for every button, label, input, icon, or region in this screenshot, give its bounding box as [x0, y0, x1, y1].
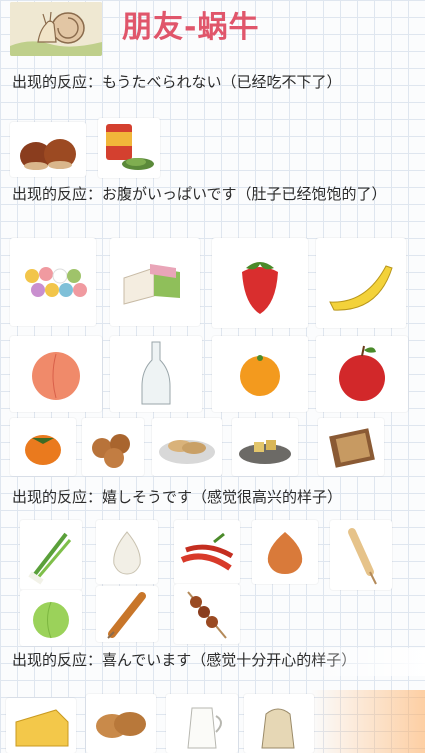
bottle-icon	[110, 336, 202, 412]
bread-rolls-icon	[86, 694, 156, 753]
grilled-corn-icon	[96, 586, 158, 642]
persimmon-icon	[10, 418, 76, 476]
section-label-3: 出现的反应：嬉しそうです（感觉很高兴的样子）	[12, 488, 343, 506]
rice-bag-icon	[244, 694, 314, 753]
banana-icon	[316, 238, 406, 328]
yakitori-skewer-icon	[174, 584, 240, 644]
canned-food-icon	[98, 118, 160, 178]
chestnuts-icon	[10, 122, 86, 177]
blur-overlay	[305, 648, 425, 676]
cookies-icon	[82, 418, 144, 476]
milk-jug-icon	[166, 694, 238, 753]
green-onion-icon	[20, 520, 82, 590]
blur-overlay-bottom	[310, 690, 425, 753]
snail-header-image	[10, 2, 102, 56]
strawberry-icon	[212, 238, 308, 328]
page-title: 朋友-蜗牛	[122, 10, 260, 45]
onion-icon	[252, 520, 318, 584]
mochi-icon	[110, 238, 200, 326]
corn-dog-icon	[330, 520, 392, 590]
section-label-1: 出现的反应：もうたべられない（已经吃不下了）	[12, 73, 342, 91]
orange-icon	[212, 336, 308, 412]
cheese-icon	[6, 698, 76, 753]
section-label-2: 出现的反应：お腹がいっぱいです（肚子已经饱饱的了）	[12, 185, 387, 203]
peach-icon	[10, 336, 102, 412]
dango-icon	[10, 238, 96, 326]
apple-icon	[316, 336, 408, 412]
chili-peppers-icon	[174, 520, 240, 584]
fried-food-plate-icon	[232, 418, 298, 476]
biscuit-plate-icon	[152, 418, 222, 476]
garlic-icon	[96, 520, 158, 584]
cabbage-icon	[20, 590, 82, 646]
letter-icon	[318, 418, 384, 476]
